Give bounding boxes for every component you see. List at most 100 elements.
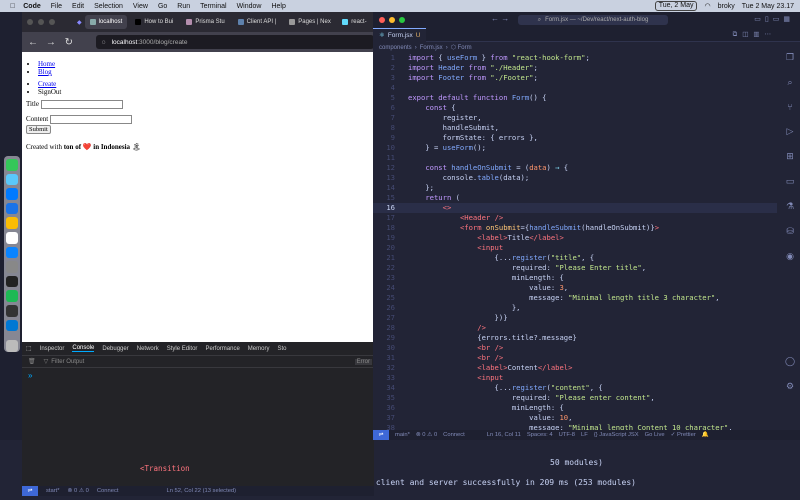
tab-performance[interactable]: Performance	[205, 346, 239, 352]
menu-go[interactable]: Go	[158, 3, 167, 10]
settings-icon[interactable]	[6, 261, 18, 273]
prettier-status[interactable]: ✓ Prettier	[671, 432, 696, 438]
close-window-button[interactable]	[27, 19, 33, 25]
docker-icon[interactable]: ◉	[786, 251, 794, 262]
tab-storage[interactable]: Sto	[277, 346, 286, 352]
cursor-position[interactable]: Ln 16, Col 11	[487, 432, 521, 438]
connect-button[interactable]: Connect	[97, 488, 119, 494]
tab-console[interactable]: Console	[72, 345, 95, 352]
code-line[interactable]: 37 value: 10,	[373, 413, 777, 423]
code-line[interactable]: 6 const {	[373, 103, 777, 113]
back-arrow-icon[interactable]: ←	[26, 37, 40, 48]
reload-icon[interactable]: ↻	[62, 37, 76, 48]
git-branch[interactable]: start*	[46, 488, 60, 494]
code-line[interactable]: 5 export default function Form() {	[373, 93, 777, 103]
code-line[interactable]: 11	[373, 153, 777, 163]
code-line[interactable]: 30 <br />	[373, 343, 777, 353]
testing-icon[interactable]: ⚗	[786, 201, 794, 212]
source-control-icon[interactable]: ⑂	[787, 102, 792, 112]
dock-app-icon[interactable]	[6, 159, 18, 171]
go-live-button[interactable]: Go Live	[645, 432, 665, 438]
vscode-icon[interactable]	[6, 319, 18, 332]
menu-edit[interactable]: Edit	[72, 3, 84, 10]
console-prompt[interactable]: »	[22, 368, 374, 383]
spotify-icon[interactable]	[6, 290, 18, 303]
tab-style-editor[interactable]: Style Editor	[167, 346, 198, 352]
page-info-icon[interactable]: ◌	[102, 39, 106, 46]
menu-help[interactable]: Help	[271, 3, 285, 10]
browser-tab[interactable]: Client API |	[233, 15, 282, 29]
app-store-icon[interactable]	[6, 246, 18, 259]
code-line[interactable]: 18 <form onSubmit={handleSubmit(handleOn…	[373, 223, 777, 233]
tab-network[interactable]: Network	[137, 346, 159, 352]
submit-button[interactable]: Submit	[26, 125, 51, 134]
date-pill[interactable]: Tue, 2 May	[654, 1, 698, 11]
code-line[interactable]: 19 <label>Title</label>	[373, 233, 777, 243]
browser-tab[interactable]: Prisma Stu	[181, 15, 229, 29]
dock-app-icon[interactable]	[6, 173, 18, 186]
code-line[interactable]: 25 message: "Minimal length title 3 char…	[373, 293, 777, 303]
explorer-icon[interactable]: ❐	[786, 52, 794, 63]
code-line[interactable]: 22 required: "Please Enter title",	[373, 263, 777, 273]
code-line[interactable]: 23 minLength: {	[373, 273, 777, 283]
home-link[interactable]: Home	[38, 60, 55, 68]
menu-app-name[interactable]: Code	[23, 3, 41, 10]
problems-count[interactable]: ⊗ 0 ⚠ 0	[416, 432, 437, 438]
browser-tab[interactable]: localhost	[84, 15, 128, 29]
minimize-window-button[interactable]	[389, 17, 395, 23]
code-line[interactable]: 27 })}	[373, 313, 777, 323]
trash-icon[interactable]: 🗑	[28, 358, 36, 365]
gear-icon[interactable]: ⚙	[786, 381, 794, 392]
code-line[interactable]: 15 return (	[373, 193, 777, 203]
chrome-icon[interactable]	[6, 217, 18, 230]
code-line[interactable]: 4	[373, 83, 777, 93]
tab-inspector[interactable]: Inspector	[40, 346, 65, 352]
code-line[interactable]: 1 import { useForm } from "react-hook-for…	[373, 53, 777, 63]
language-mode[interactable]: {} JavaScript JSX	[594, 432, 639, 438]
terminal-icon[interactable]	[6, 275, 18, 288]
code-line[interactable]: 7 register,	[373, 113, 777, 123]
code-line[interactable]: 20 <input	[373, 243, 777, 253]
apple-icon[interactable]: 	[10, 3, 15, 10]
code-line[interactable]: 32 <label>Content</label>	[373, 363, 777, 373]
code-line[interactable]: 31 <br />	[373, 353, 777, 363]
code-editor[interactable]: 1 import { useForm } from "react-hook-for…	[373, 53, 777, 432]
cursor-position[interactable]: Ln 52, Col 22 (13 selected)	[166, 488, 236, 494]
code-line[interactable]: 26 },	[373, 303, 777, 313]
account-icon[interactable]: ◯	[785, 356, 795, 367]
filter-output-input[interactable]: Filter Output	[51, 359, 84, 365]
code-line[interactable]: 10 } = useForm();	[373, 143, 777, 153]
search-icon[interactable]: ⌕	[787, 77, 792, 88]
code-line[interactable]: 13 console.table(data);	[373, 173, 777, 183]
code-line[interactable]: 24 value: 3,	[373, 283, 777, 293]
zoom-window-button[interactable]	[399, 17, 405, 23]
menu-selection[interactable]: Selection	[94, 3, 123, 10]
notion-icon[interactable]	[6, 232, 18, 244]
code-line[interactable]: 36 minLength: {	[373, 403, 777, 413]
command-center-search[interactable]: ⌕ Form.jsx — ~/Dev/react/next-auth-blog	[518, 15, 668, 25]
browser-tab[interactable]: How to Bui	[130, 15, 178, 29]
remote-icon[interactable]: ⇌	[22, 486, 38, 496]
dock-app-icon[interactable]	[6, 188, 18, 200]
editor-actions-icons[interactable]: ⧉◫▥⋯	[733, 30, 776, 39]
database-icon[interactable]: ⛁	[786, 226, 794, 237]
browser-tab[interactable]: Pages | Nex	[284, 15, 334, 29]
code-line[interactable]: 34 {...register("content", {	[373, 383, 777, 393]
code-line[interactable]: 33 <input	[373, 373, 777, 383]
content-input[interactable]	[49, 115, 132, 124]
errors-filter-button[interactable]: Error	[354, 358, 372, 365]
eol[interactable]: LF	[581, 432, 588, 438]
code-line[interactable]: 2 import Header from "./Header";	[373, 63, 777, 73]
nav-arrows-icon[interactable]: ← →	[491, 14, 509, 23]
title-input[interactable]	[40, 100, 123, 109]
close-window-button[interactable]	[379, 17, 385, 23]
tab-debugger[interactable]: Debugger	[102, 346, 128, 352]
code-line[interactable]: 17 <Header />	[373, 213, 777, 223]
code-line[interactable]: 3 import Footer from "./Footer";	[373, 73, 777, 83]
zoom-window-button[interactable]	[49, 19, 55, 25]
code-line[interactable]: 28 />	[373, 323, 777, 333]
code-line[interactable]: 35 required: "Please enter content",	[373, 393, 777, 403]
menu-window[interactable]: Window	[237, 3, 262, 10]
problems-count[interactable]: ⊗ 0 ⚠ 0	[68, 488, 89, 494]
layout-icons[interactable]: ▭▯▭▦	[754, 15, 794, 23]
